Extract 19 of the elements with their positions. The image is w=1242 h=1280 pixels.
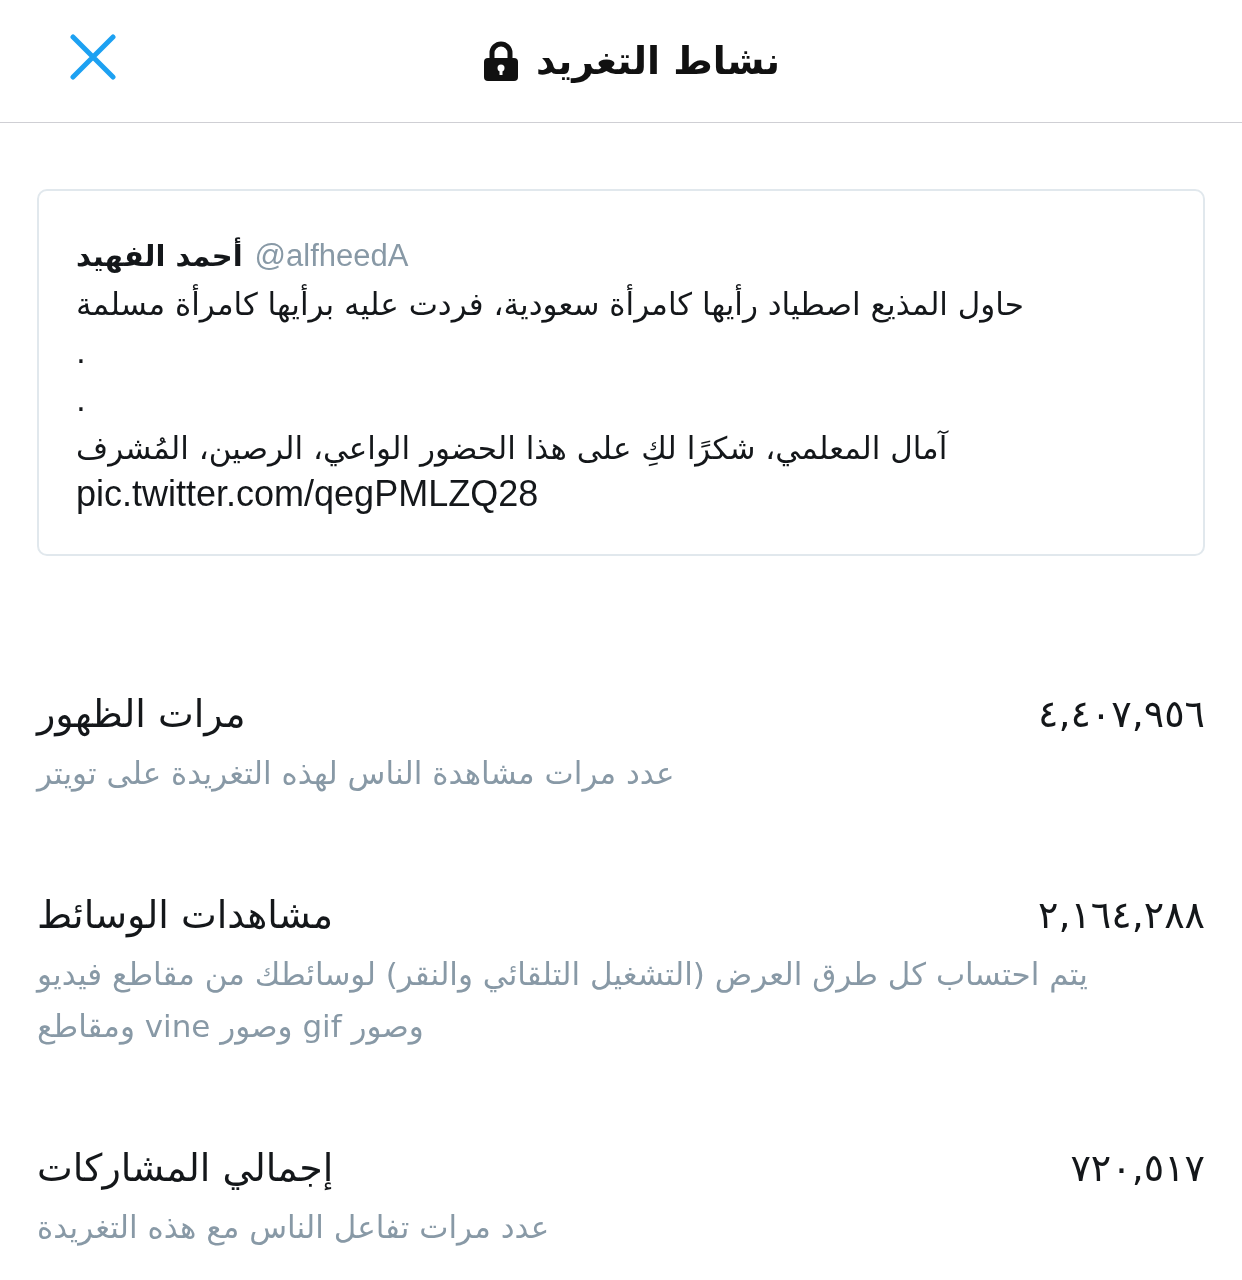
stat-description: عدد مرات مشاهدة الناس لهذه التغريدة على تويتر — [37, 754, 676, 794]
tweet-text-line: . — [76, 380, 86, 420]
lock-icon — [482, 41, 520, 81]
tweet-text-line: حاول المذيع اصطياد رأيها كامرأة سعودية، فردت عليه برأيها كامرأة مسلمة — [76, 283, 1024, 325]
stat-description: عدد مرات تفاعل الناس مع هذه التغريدة — [37, 1208, 551, 1248]
tweet-text-line: . — [76, 332, 86, 372]
stat-description: يتم احتساب كل طرق العرض (التشغيل التلقائي والنقر) لوسائطك من مقاطع فيديو وصور gif وصور vine ومقاطع — [37, 955, 1089, 1047]
tweet-link[interactable]: pic.twitter.com/qegPMLZQ28 — [76, 471, 1166, 516]
stat-value: ٧٢٠,٥١٧ — [1070, 1145, 1205, 1192]
page-title: نشاط التغريد — [536, 37, 780, 85]
author-name: أحمد الفهيد — [76, 236, 243, 275]
stat-value: ٢,١٦٤,٢٨٨ — [1037, 892, 1205, 939]
stat-label: مشاهدات الوسائط — [37, 892, 334, 940]
stat-value: ٤,٤٠٧,٩٥٦ — [1037, 691, 1205, 738]
tweet-text-line: آمال المعلمي، شكرًا لكِ على هذا الحضور الواعي، الرصين، المُشرف — [76, 428, 948, 469]
stat-label: مرات الظهور — [37, 691, 246, 739]
author-handle: @alfheedA — [254, 237, 409, 275]
close-icon[interactable] — [70, 34, 116, 80]
stat-label: إجمالي المشاركات — [37, 1145, 334, 1192]
